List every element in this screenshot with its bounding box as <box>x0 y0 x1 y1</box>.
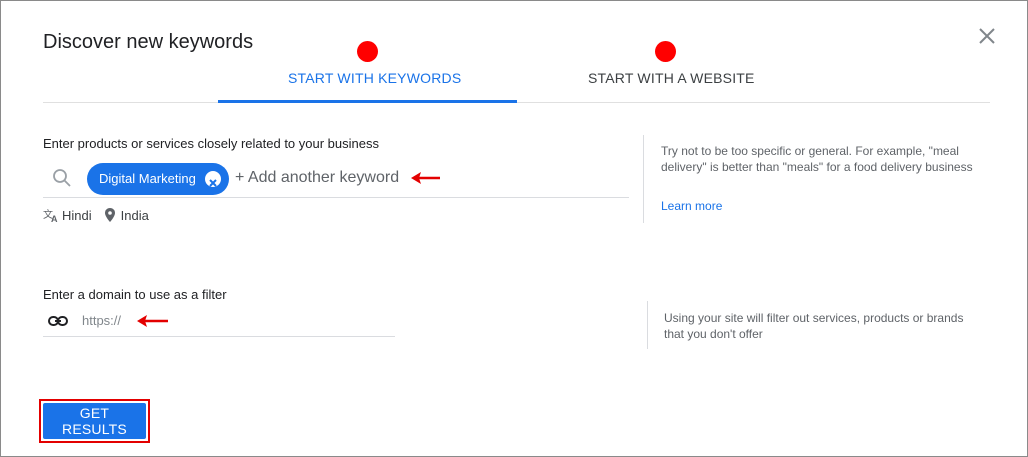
keywords-help-text: Try not to be too specific or general. F… <box>661 144 973 174</box>
learn-more-link[interactable]: Learn more <box>661 199 722 213</box>
location-pin-icon <box>104 208 115 222</box>
language-selector[interactable]: Hindi <box>62 208 92 223</box>
get-results-button[interactable]: GET RESULTS <box>43 403 146 439</box>
search-icon <box>53 169 71 187</box>
annotation-arrow-icon <box>137 315 168 327</box>
chip-remove-button[interactable] <box>205 171 221 187</box>
close-icon <box>209 179 217 187</box>
keywords-label: Enter products or services closely relat… <box>43 136 379 151</box>
translate-icon: 文 A <box>43 208 58 223</box>
link-icon <box>48 316 68 326</box>
keyword-chip[interactable]: Digital Marketing <box>87 163 229 195</box>
dialog-title: Discover new keywords <box>43 31 254 53</box>
help-divider <box>647 301 648 349</box>
domain-input[interactable]: https:// <box>82 313 121 328</box>
location-selector[interactable]: India <box>121 208 149 223</box>
targeting-row: 文 A Hindi India <box>43 206 149 224</box>
active-tab-indicator <box>218 100 517 103</box>
keyword-chip-label: Digital Marketing <box>99 171 196 186</box>
annotation-arrow-icon <box>411 172 440 184</box>
domain-help-text: Using your site will filter out services… <box>664 311 964 341</box>
tab-start-with-website[interactable]: START WITH A WEBSITE <box>588 70 755 86</box>
domain-input-underline <box>43 336 395 337</box>
annotation-dot <box>357 41 378 62</box>
domain-label: Enter a domain to use as a filter <box>43 287 227 302</box>
keyword-input-underline <box>43 197 629 198</box>
close-button[interactable] <box>976 25 998 47</box>
annotation-dot <box>655 41 676 62</box>
close-icon <box>979 28 995 44</box>
help-divider <box>643 135 644 223</box>
dialog-frame <box>0 0 1028 457</box>
tab-start-with-keywords[interactable]: START WITH KEYWORDS <box>288 70 461 86</box>
keyword-input[interactable]: + Add another keyword <box>235 169 399 187</box>
svg-text:A: A <box>51 214 58 223</box>
